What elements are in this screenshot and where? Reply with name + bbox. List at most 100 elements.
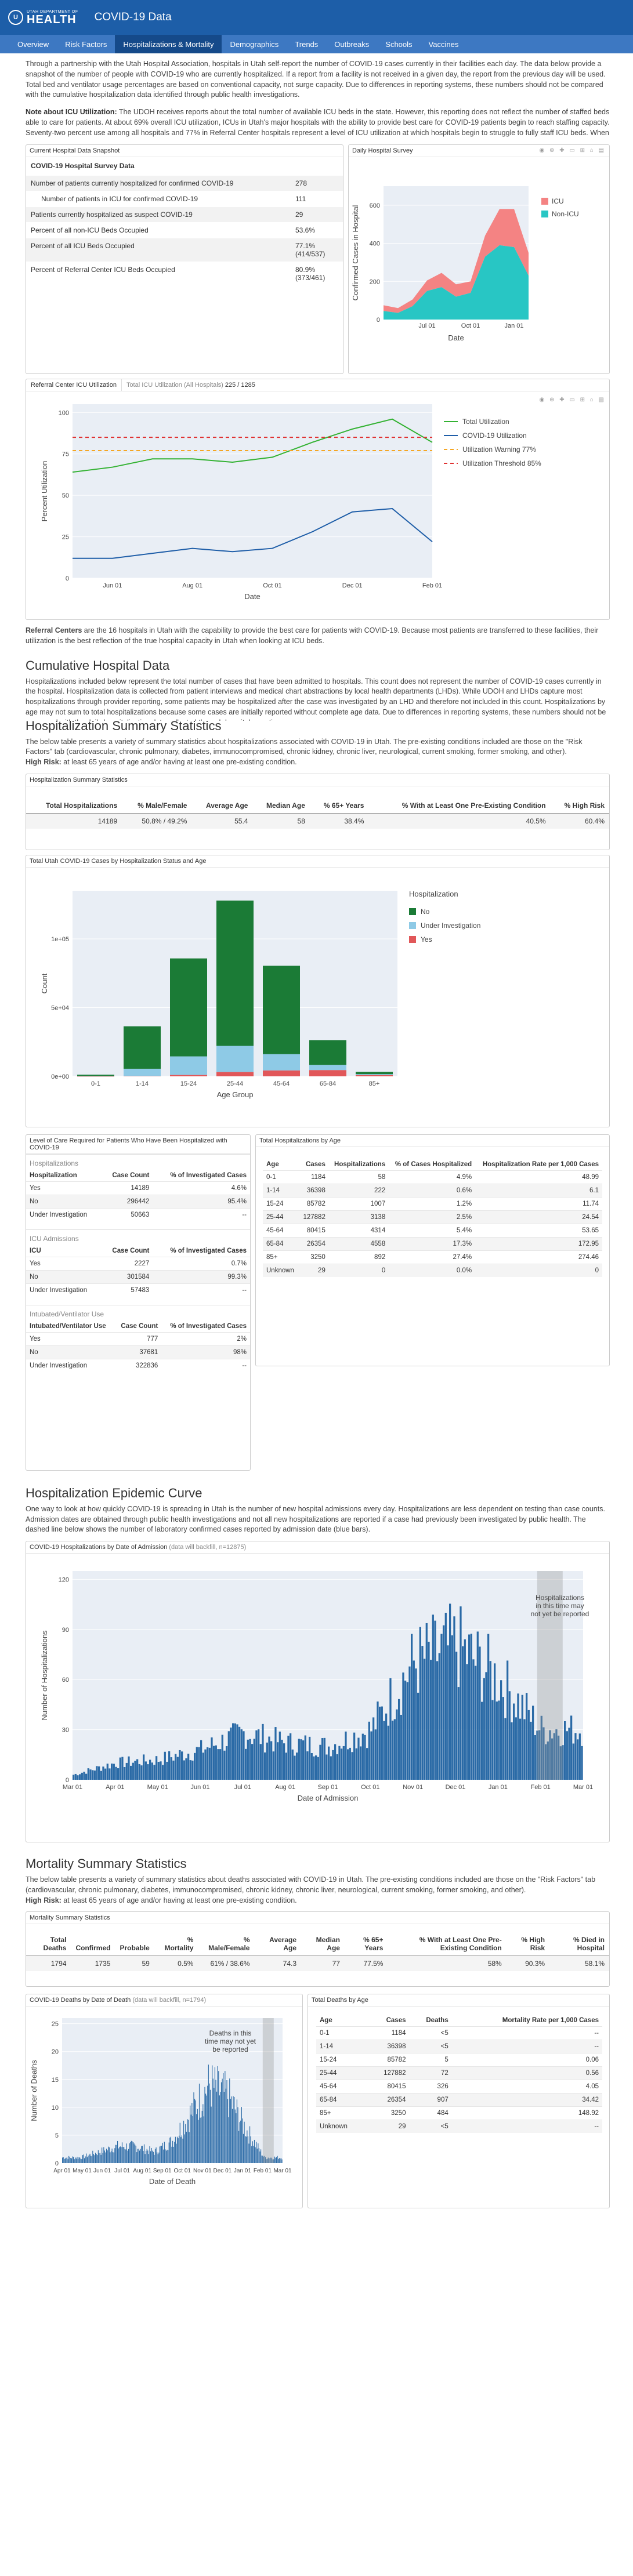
- epi-bar[interactable]: [187, 1753, 190, 1780]
- epi-bar[interactable]: [521, 1695, 523, 1780]
- deaths-bar[interactable]: [149, 2146, 150, 2164]
- deaths-bar[interactable]: [176, 2136, 178, 2164]
- deaths-bar[interactable]: [165, 2150, 167, 2164]
- epi-bar[interactable]: [121, 1757, 124, 1780]
- epi-bar[interactable]: [294, 1755, 296, 1780]
- epi-bar[interactable]: [179, 1750, 181, 1780]
- deaths-bar[interactable]: [205, 2094, 207, 2164]
- deaths-bar[interactable]: [116, 2145, 117, 2164]
- deaths-bar[interactable]: [193, 2092, 194, 2164]
- epi-bar[interactable]: [183, 1760, 185, 1780]
- epi-bar[interactable]: [124, 1766, 126, 1780]
- epi-bar[interactable]: [370, 1731, 372, 1780]
- epi-bar[interactable]: [264, 1752, 266, 1780]
- epi-bar[interactable]: [475, 1666, 477, 1780]
- deaths-bar[interactable]: [259, 2151, 261, 2164]
- epi-bar[interactable]: [332, 1750, 334, 1780]
- deaths-bar[interactable]: [204, 2087, 205, 2164]
- deaths-bar[interactable]: [208, 2065, 209, 2164]
- nav-schools[interactable]: Schools: [377, 35, 420, 53]
- deaths-bar[interactable]: [164, 2142, 165, 2164]
- nav-vaccines[interactable]: Vaccines: [421, 35, 467, 53]
- bar-segment[interactable]: [170, 1075, 207, 1076]
- deaths-bar[interactable]: [108, 2147, 110, 2164]
- deaths-bar[interactable]: [249, 2126, 251, 2164]
- epi-bar[interactable]: [238, 1726, 241, 1780]
- epi-bar[interactable]: [451, 1635, 453, 1780]
- epi-bar[interactable]: [455, 1652, 458, 1780]
- deaths-bar[interactable]: [85, 2156, 86, 2164]
- epi-bar[interactable]: [485, 1672, 487, 1780]
- deaths-bar[interactable]: [111, 2149, 113, 2164]
- epi-bar[interactable]: [402, 1672, 404, 1780]
- epi-bar[interactable]: [470, 1634, 472, 1780]
- epi-bar[interactable]: [523, 1719, 526, 1780]
- deaths-bar[interactable]: [256, 2149, 258, 2164]
- epi-bar[interactable]: [166, 1761, 168, 1780]
- deaths-bar[interactable]: [63, 2157, 64, 2164]
- deaths-bar[interactable]: [89, 2154, 91, 2164]
- epi-bar[interactable]: [425, 1623, 428, 1780]
- deaths-bar[interactable]: [72, 2156, 73, 2164]
- epi-bar[interactable]: [98, 1766, 100, 1780]
- epi-bar[interactable]: [476, 1631, 479, 1780]
- epi-bar[interactable]: [313, 1756, 315, 1780]
- deaths-bar[interactable]: [215, 2080, 216, 2164]
- deaths-bar[interactable]: [191, 2103, 193, 2164]
- epi-bar[interactable]: [504, 1718, 507, 1780]
- deaths-bar[interactable]: [244, 2121, 245, 2164]
- deaths-bar[interactable]: [281, 2159, 283, 2164]
- deaths-bar[interactable]: [185, 2124, 186, 2164]
- deaths-bar[interactable]: [104, 2150, 106, 2164]
- chart-modebar-icon[interactable]: ◉ ⊕ ✚ ▭ ⊞ ⌂ ▤: [540, 147, 606, 154]
- epi-bar[interactable]: [389, 1678, 392, 1780]
- epi-bar[interactable]: [513, 1703, 515, 1780]
- epi-bar[interactable]: [404, 1680, 407, 1780]
- deaths-bar[interactable]: [71, 2158, 73, 2164]
- epi-bar[interactable]: [77, 1775, 79, 1780]
- deaths-bar[interactable]: [126, 2143, 128, 2164]
- epi-bar[interactable]: [213, 1746, 215, 1780]
- epi-bar[interactable]: [217, 1749, 219, 1780]
- epi-bar[interactable]: [79, 1774, 81, 1780]
- epi-bar[interactable]: [140, 1765, 143, 1780]
- epi-bar[interactable]: [368, 1721, 370, 1780]
- epi-bar[interactable]: [438, 1653, 440, 1780]
- nav-risk-factors[interactable]: Risk Factors: [57, 35, 115, 53]
- epi-bar[interactable]: [85, 1773, 88, 1780]
- epi-bar[interactable]: [430, 1660, 432, 1780]
- deaths-bar[interactable]: [131, 2140, 132, 2164]
- legend-swatch[interactable]: [409, 935, 416, 943]
- epi-bar[interactable]: [119, 1757, 121, 1780]
- epi-bar[interactable]: [138, 1764, 140, 1780]
- bar-segment[interactable]: [309, 1064, 346, 1070]
- deaths-bar[interactable]: [171, 2147, 172, 2164]
- epi-bar[interactable]: [277, 1742, 279, 1780]
- epi-bar[interactable]: [511, 1722, 513, 1780]
- epi-bar[interactable]: [144, 1761, 147, 1780]
- epi-bar[interactable]: [219, 1749, 222, 1780]
- deaths-bar[interactable]: [97, 2150, 99, 2164]
- epi-bar[interactable]: [240, 1729, 243, 1780]
- epi-bar[interactable]: [81, 1772, 83, 1780]
- deaths-bar[interactable]: [220, 2082, 222, 2164]
- deaths-bar[interactable]: [95, 2153, 96, 2164]
- epi-bar[interactable]: [498, 1700, 500, 1780]
- bar-segment[interactable]: [216, 1046, 254, 1072]
- epi-bar[interactable]: [413, 1660, 415, 1780]
- epi-bar[interactable]: [464, 1639, 466, 1780]
- epi-bar[interactable]: [168, 1751, 171, 1780]
- deaths-bar[interactable]: [196, 2114, 197, 2164]
- deaths-bar[interactable]: [162, 2143, 163, 2164]
- deaths-bar[interactable]: [120, 2146, 121, 2164]
- deaths-bar[interactable]: [150, 2151, 151, 2164]
- epi-bar[interactable]: [306, 1751, 309, 1780]
- epi-bar[interactable]: [232, 1723, 234, 1780]
- epi-bar[interactable]: [428, 1641, 430, 1780]
- bar-segment[interactable]: [356, 1075, 393, 1076]
- deaths-bar[interactable]: [252, 2141, 253, 2164]
- epi-bar[interactable]: [366, 1748, 368, 1780]
- nav-overview[interactable]: Overview: [9, 35, 57, 53]
- epi-bar[interactable]: [157, 1762, 160, 1780]
- epi-bar[interactable]: [255, 1730, 258, 1780]
